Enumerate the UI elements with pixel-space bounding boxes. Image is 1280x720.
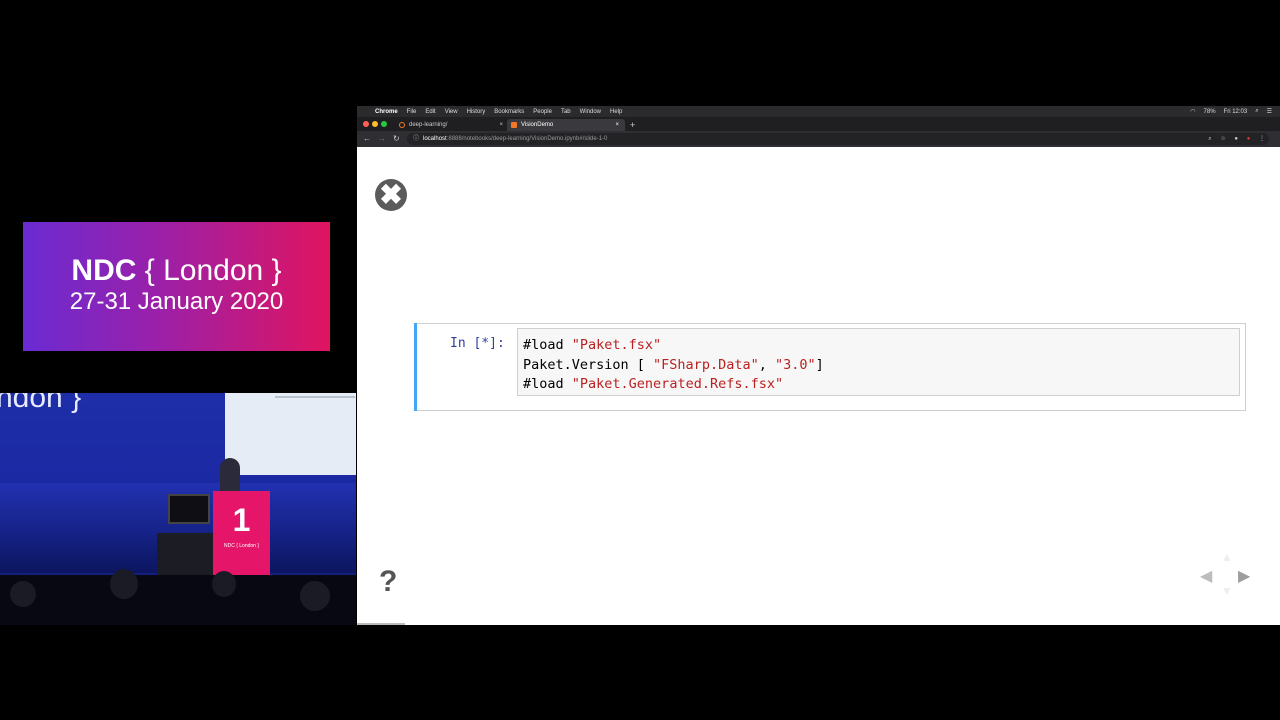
spotlight-icon[interactable]: ⌕: [1255, 108, 1258, 115]
new-tab-button[interactable]: +: [630, 119, 635, 131]
slide-progress-bar: [357, 623, 405, 625]
stage-desk: [157, 533, 213, 581]
audience-head: [110, 569, 138, 599]
tab-visiondemo[interactable]: VisionDemo ×: [507, 119, 625, 131]
projection-text: [275, 396, 355, 398]
event-title: NDC { London }: [23, 254, 330, 288]
notebook-favicon-icon: [511, 122, 517, 128]
tab-label: VisionDemo: [521, 122, 554, 128]
tab-close-icon[interactable]: ×: [499, 119, 503, 131]
menu-tab[interactable]: Tab: [561, 109, 571, 115]
clock[interactable]: Fri 12:03: [1224, 109, 1248, 115]
menu-file[interactable]: File: [407, 109, 417, 115]
tab-label: deep-learning/: [409, 122, 448, 128]
event-dates: 27-31 January 2020: [69, 288, 284, 315]
back-icon[interactable]: ←: [363, 134, 371, 143]
slide-navigation: ▲ ◀ ▶ ▼: [1200, 550, 1260, 604]
audience-head: [10, 581, 36, 607]
code-token: #load: [523, 376, 572, 392]
wifi-icon[interactable]: ◠: [1190, 108, 1195, 115]
menu-edit[interactable]: Edit: [425, 109, 435, 115]
conference-banner: NDC { London } 27-31 January 2020: [23, 222, 330, 351]
menu-view[interactable]: View: [445, 109, 458, 115]
code-editor[interactable]: #load "Paket.fsx" Paket.Version [ "FSharp…: [517, 328, 1240, 396]
url-path: :8888/notebooks/deep-learning/VisionDemo…: [446, 136, 608, 142]
tab-deep-learning[interactable]: deep-learning/ ×: [395, 119, 509, 131]
code-token: ,: [758, 356, 775, 373]
podium-number: 1: [232, 502, 251, 538]
code-string: "Paket.Generated.Refs.fsx": [571, 376, 784, 392]
menu-window[interactable]: Window: [580, 109, 601, 115]
address-bar[interactable]: ⓘ localhost:8888/notebooks/deep-learning/…: [407, 133, 1269, 145]
code-line: #load "Paket.fsx": [523, 336, 1239, 356]
projection-screen: [225, 393, 356, 475]
event-city: { London }: [144, 254, 282, 287]
menu-help[interactable]: Help: [610, 109, 622, 115]
cell-prompt: In [*]:: [450, 336, 505, 351]
address-bar-icons: ⌕ ☆ ● ● ⋮: [1201, 133, 1265, 145]
event-name: NDC: [71, 254, 137, 287]
nav-up-icon[interactable]: ▲: [1221, 550, 1233, 564]
code-line: #load "Paket.Generated.Refs.fsx": [523, 375, 1239, 395]
jupyter-favicon-icon: [399, 122, 405, 128]
extension-icon[interactable]: ●: [1234, 136, 1238, 142]
zoom-icon[interactable]: ⌕: [1208, 136, 1211, 142]
chrome-menu-icon[interactable]: ⋮: [1259, 136, 1265, 142]
minimize-window-button[interactable]: [372, 121, 378, 127]
code-string: "Paket.fsx": [571, 337, 662, 353]
stage-monitor: [168, 494, 210, 524]
code-line: Paket.Version [ "FSharp.Data", "3.0"]: [523, 356, 1239, 376]
battery-percent[interactable]: 78%: [1204, 109, 1216, 115]
browser-toolbar: ← → ↻ ⓘ localhost:8888/notebooks/deep-lea…: [357, 131, 1280, 147]
code-text[interactable]: #load "Paket.fsx" Paket.Version [ "FSharp…: [523, 336, 1239, 395]
window-controls: [363, 121, 390, 127]
stage-camera-feed: ndon } 1 NDC { London }: [0, 393, 356, 625]
audience: [0, 569, 356, 625]
mac-menubar: Chrome File Edit View History Bookmarks …: [357, 106, 1280, 117]
menu-app-name[interactable]: Chrome: [375, 109, 398, 115]
menu-bookmarks[interactable]: Bookmarks: [494, 109, 524, 115]
zoom-window-button[interactable]: [381, 121, 387, 127]
code-string: "FSharp.Data": [653, 356, 759, 373]
notification-center-icon[interactable]: ☰: [1267, 108, 1272, 115]
nav-left-icon[interactable]: ◀: [1200, 566, 1212, 586]
code-string: "3.0": [774, 356, 816, 373]
site-info-icon[interactable]: ⓘ: [413, 136, 419, 142]
cell-selection-bar: [414, 323, 417, 411]
menu-history[interactable]: History: [467, 109, 486, 115]
rise-slide: ✖ In [*]: #load "Paket.fsx" Paket.Version…: [357, 154, 1280, 625]
close-window-button[interactable]: [363, 121, 369, 127]
menu-people[interactable]: People: [533, 109, 552, 115]
audience-head: [300, 581, 330, 611]
nav-right-icon[interactable]: ▶: [1238, 566, 1250, 586]
code-cell[interactable]: In [*]: #load "Paket.fsx" Paket.Version […: [414, 323, 1246, 411]
stage-wall-text: ndon }: [0, 393, 82, 414]
reload-icon[interactable]: ↻: [393, 134, 400, 143]
menubar-status-area: ◠ 78% Fri 12:03 ⌕ ☰: [1190, 108, 1280, 115]
url-host: localhost: [423, 136, 447, 142]
laptop-screen: Chrome File Edit View History Bookmarks …: [357, 106, 1280, 625]
browser-tabbar: deep-learning/ × VisionDemo × +: [357, 117, 1280, 131]
podium-label: NDC { London }: [223, 543, 260, 549]
help-icon[interactable]: ?: [379, 565, 397, 599]
forward-icon[interactable]: →: [378, 134, 386, 143]
tab-close-icon[interactable]: ×: [615, 119, 619, 131]
close-slideshow-icon[interactable]: ✖: [375, 179, 407, 211]
code-token: Paket.Version [: [523, 356, 654, 373]
bookmark-star-icon[interactable]: ☆: [1220, 136, 1225, 142]
profile-avatar-icon[interactable]: ●: [1247, 136, 1251, 142]
audience-head: [212, 571, 236, 597]
code-token: ]: [815, 356, 824, 373]
code-token: #load: [523, 337, 572, 353]
nav-down-icon[interactable]: ▼: [1221, 584, 1233, 598]
